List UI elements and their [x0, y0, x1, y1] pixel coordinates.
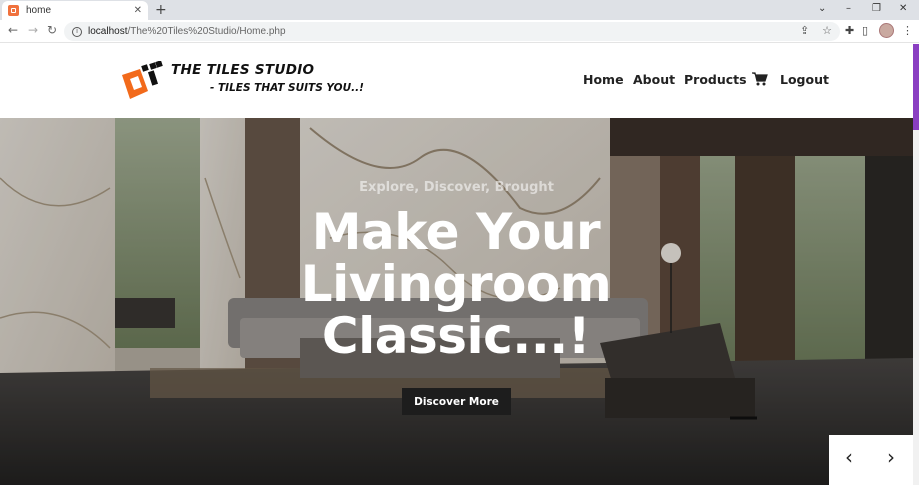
- discover-more-button[interactable]: Discover More: [402, 388, 511, 415]
- new-tab-button[interactable]: +: [155, 2, 167, 18]
- brand-tagline: - TILES THAT SUITS YOU..!: [210, 82, 364, 94]
- minimize-icon[interactable]: –: [846, 3, 851, 14]
- nav-home[interactable]: Home: [583, 72, 624, 87]
- favicon-icon: [8, 5, 19, 16]
- url-host: localhost: [88, 26, 128, 37]
- tab-search-icon[interactable]: ⌄: [818, 3, 826, 14]
- address-bar[interactable]: i localhost /The%20Tiles%20Studio/Home.p…: [64, 22, 840, 41]
- hero-title-line: Classic...!: [321, 307, 591, 365]
- close-window-icon[interactable]: ✕: [899, 3, 907, 14]
- nav-about[interactable]: About: [633, 72, 675, 87]
- browser-tab[interactable]: home ✕: [2, 1, 148, 20]
- profile-avatar[interactable]: [879, 23, 894, 38]
- menu-icon[interactable]: ⋮: [902, 24, 913, 37]
- tab-title: home: [26, 5, 52, 16]
- bookmark-star-icon[interactable]: ☆: [822, 24, 832, 37]
- cart-icon[interactable]: [752, 72, 768, 86]
- back-icon[interactable]: ←: [8, 23, 18, 37]
- url-path: /The%20Tiles%20Studio/Home.php: [127, 26, 286, 37]
- nav-logout[interactable]: Logout: [780, 72, 829, 87]
- browser-tabbar: home ✕ + ⌄ – ❐ ✕: [0, 0, 919, 20]
- site-info-icon[interactable]: i: [72, 26, 82, 37]
- browser-toolbar: ← → ↻ i localhost /The%20Tiles%20Studio/…: [0, 20, 919, 43]
- nav-products[interactable]: Products: [684, 72, 747, 87]
- slider-controls: ‹ ›: [829, 435, 913, 485]
- page-scrollbar[interactable]: [913, 44, 919, 485]
- extensions-icon[interactable]: ✚: [845, 24, 854, 37]
- tab-close-icon[interactable]: ✕: [134, 5, 142, 16]
- maximize-icon[interactable]: ❐: [872, 3, 881, 14]
- scrollbar-thumb[interactable]: [913, 44, 919, 130]
- hero-title-line: Livingroom: [300, 255, 612, 313]
- hero-subtitle: Explore, Discover, Brought: [359, 180, 554, 195]
- hero-title: Make Your Livingroom Classic...!: [256, 206, 656, 362]
- logo-icon[interactable]: [120, 61, 166, 101]
- hero-title-line: Make Your: [311, 203, 601, 261]
- forward-icon[interactable]: →: [28, 23, 38, 37]
- site-header: THE TILES STUDIO - TILES THAT SUITS YOU.…: [0, 44, 913, 118]
- side-panel-icon[interactable]: ▯: [862, 24, 868, 37]
- reload-icon[interactable]: ↻: [47, 23, 57, 37]
- prev-slide-icon[interactable]: ‹: [845, 445, 853, 469]
- share-icon[interactable]: ⇪: [800, 24, 809, 37]
- hero-banner: Explore, Discover, Brought Make Your Liv…: [0, 118, 913, 485]
- next-slide-icon[interactable]: ›: [887, 445, 895, 469]
- brand-name: THE TILES STUDIO: [171, 62, 315, 78]
